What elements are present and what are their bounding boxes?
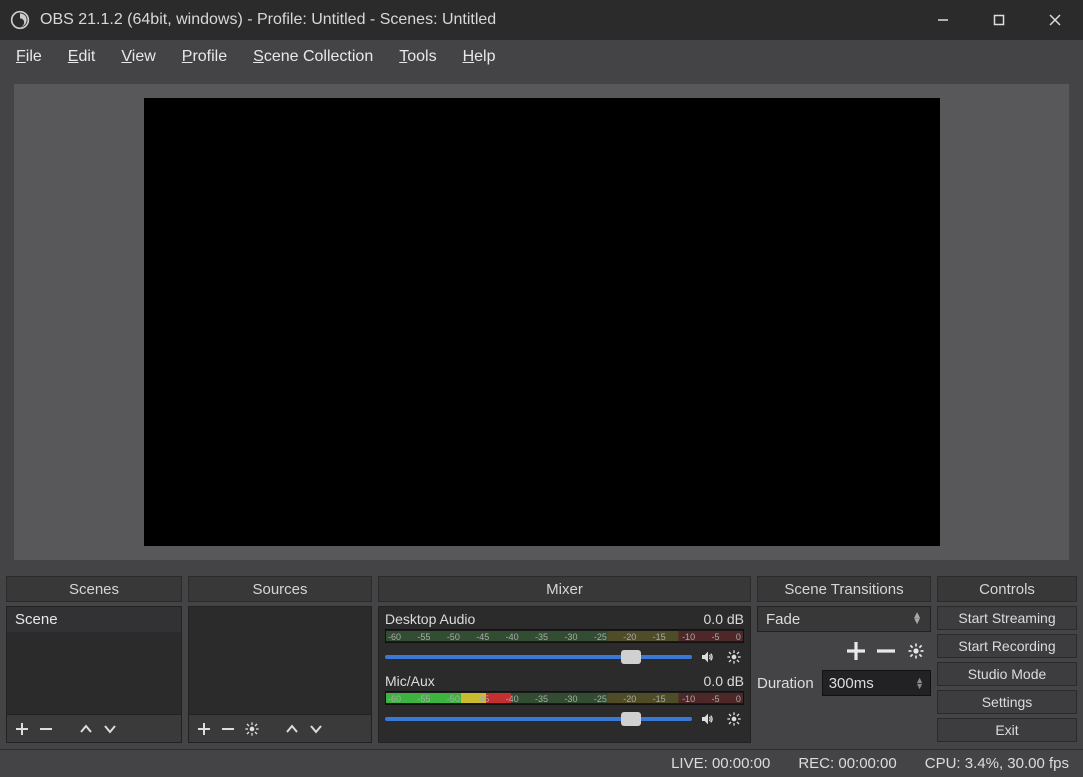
- controls-header: Controls: [937, 576, 1077, 602]
- transition-select[interactable]: Fade ▲▼: [757, 606, 931, 632]
- controls-panel: Controls Start Streaming Start Recording…: [937, 576, 1077, 743]
- menu-bar: File Edit View Profile Scene Collection …: [0, 40, 1083, 74]
- mixer-channel-db: 0.0 dB: [704, 673, 744, 689]
- mixer-channel: Mic/Aux 0.0 dB -60-55-50-45-40-35-30-25-20…: [385, 673, 744, 729]
- scenes-header: Scenes: [6, 576, 182, 602]
- mixer-mute-button[interactable]: [698, 647, 718, 667]
- transition-duration-label: Duration: [757, 675, 814, 692]
- transition-properties-button[interactable]: [905, 640, 927, 662]
- remove-scene-button[interactable]: [37, 720, 55, 738]
- add-transition-button[interactable]: [845, 640, 867, 662]
- spinner-icon[interactable]: ▲▼: [915, 677, 924, 689]
- status-bar: LIVE: 00:00:00 REC: 00:00:00 CPU: 3.4%, …: [0, 749, 1083, 777]
- studio-mode-button[interactable]: Studio Mode: [937, 662, 1077, 686]
- menu-profile[interactable]: Profile: [170, 44, 239, 70]
- mixer-channel-name: Desktop Audio: [385, 611, 475, 627]
- scene-move-up-button[interactable]: [77, 720, 95, 738]
- status-live: LIVE: 00:00:00: [671, 755, 770, 772]
- mixer-body: Desktop Audio 0.0 dB -60-55-50-45-40-35-30…: [378, 606, 751, 743]
- sources-header: Sources: [188, 576, 372, 602]
- maximize-button[interactable]: [971, 0, 1027, 40]
- transition-duration-row: Duration 300ms ▲▼: [757, 670, 931, 696]
- status-rec: REC: 00:00:00: [798, 755, 896, 772]
- controls-body: Start Streaming Start Recording Studio M…: [937, 606, 1077, 742]
- remove-source-button[interactable]: [219, 720, 237, 738]
- app-logo-icon: [10, 10, 30, 30]
- mixer-channel: Desktop Audio 0.0 dB -60-55-50-45-40-35-30…: [385, 611, 744, 667]
- add-scene-button[interactable]: [13, 720, 31, 738]
- mixer-header: Mixer: [378, 576, 751, 602]
- transitions-header: Scene Transitions: [757, 576, 931, 602]
- mixer-panel: Mixer Desktop Audio 0.0 dB -60-55-50-45-40…: [378, 576, 751, 743]
- scenes-panel: Scenes Scene: [6, 576, 182, 743]
- mixer-settings-button[interactable]: [724, 647, 744, 667]
- close-button[interactable]: [1027, 0, 1083, 40]
- remove-transition-button[interactable]: [875, 640, 897, 662]
- scene-move-down-button[interactable]: [101, 720, 119, 738]
- sources-panel: Sources: [188, 576, 372, 743]
- mixer-channel-name: Mic/Aux: [385, 673, 435, 689]
- transition-duration-field[interactable]: 300ms ▲▼: [822, 670, 931, 696]
- source-properties-button[interactable]: [243, 720, 261, 738]
- menu-help[interactable]: Help: [451, 44, 508, 70]
- transition-select-value: Fade: [766, 611, 800, 628]
- scene-item[interactable]: Scene: [7, 607, 181, 632]
- source-move-up-button[interactable]: [283, 720, 301, 738]
- transitions-body: Fade ▲▼ Duration 300ms ▲▼: [757, 606, 931, 743]
- menu-file[interactable]: File: [4, 44, 54, 70]
- preview-canvas[interactable]: [144, 98, 940, 546]
- add-source-button[interactable]: [195, 720, 213, 738]
- menu-scene-collection[interactable]: Scene Collection: [241, 44, 385, 70]
- start-recording-button[interactable]: Start Recording: [937, 634, 1077, 658]
- preview-area: [0, 74, 1083, 574]
- menu-edit[interactable]: Edit: [56, 44, 108, 70]
- mixer-meter: -60-55-50-45-40-35-30-25-20-15-10-50: [385, 691, 744, 705]
- minimize-button[interactable]: [915, 0, 971, 40]
- mixer-meter: -60-55-50-45-40-35-30-25-20-15-10-50: [385, 629, 744, 643]
- mixer-volume-slider[interactable]: [385, 717, 692, 721]
- exit-button[interactable]: Exit: [937, 718, 1077, 742]
- preview-canvas-wrapper: [14, 84, 1069, 560]
- chevron-updown-icon: ▲▼: [912, 613, 922, 625]
- window-title: OBS 21.1.2 (64bit, windows) - Profile: U…: [40, 11, 915, 29]
- settings-button[interactable]: Settings: [937, 690, 1077, 714]
- scenes-list[interactable]: Scene: [6, 606, 182, 743]
- bottom-dock: Scenes Scene Sources: [0, 574, 1083, 749]
- transitions-toolbar: [757, 640, 931, 662]
- mixer-volume-slider[interactable]: [385, 655, 692, 659]
- menu-view[interactable]: View: [109, 44, 167, 70]
- menu-tools[interactable]: Tools: [387, 44, 448, 70]
- mixer-mute-button[interactable]: [698, 709, 718, 729]
- transitions-panel: Scene Transitions Fade ▲▼ Duration 300ms…: [757, 576, 931, 743]
- start-streaming-button[interactable]: Start Streaming: [937, 606, 1077, 630]
- title-bar: OBS 21.1.2 (64bit, windows) - Profile: U…: [0, 0, 1083, 40]
- mixer-settings-button[interactable]: [724, 709, 744, 729]
- sources-toolbar: [189, 714, 371, 742]
- mixer-channel-db: 0.0 dB: [704, 611, 744, 627]
- scenes-toolbar: [7, 714, 181, 742]
- status-cpu: CPU: 3.4%, 30.00 fps: [925, 755, 1069, 772]
- transition-duration-value: 300ms: [829, 675, 874, 692]
- sources-list[interactable]: [188, 606, 372, 743]
- source-move-down-button[interactable]: [307, 720, 325, 738]
